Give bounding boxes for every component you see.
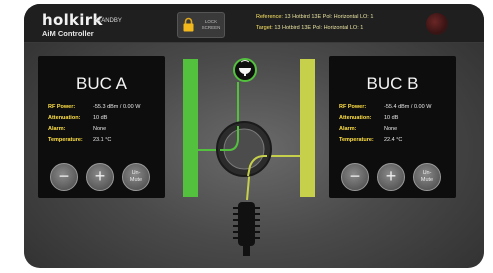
dummy-load-icon[interactable]	[233, 202, 260, 256]
signal-path-diagram	[198, 58, 300, 256]
satellite-dish-icon[interactable]	[233, 58, 257, 82]
aim-controller-screen: holkirk AiM Controller STANDBY LOCK SCRE…	[24, 4, 484, 268]
